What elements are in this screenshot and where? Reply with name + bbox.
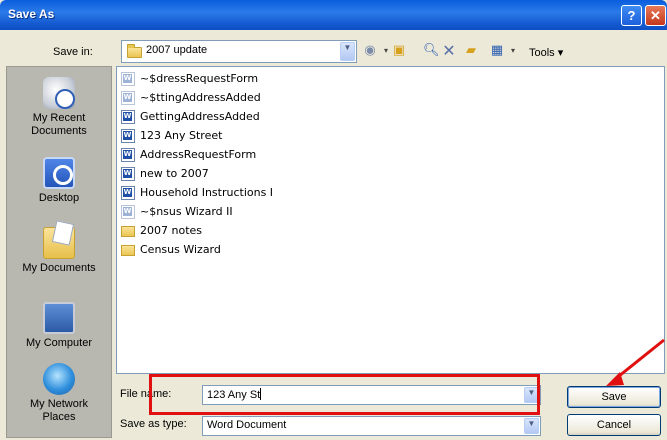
new-folder-icon[interactable]: ▰ [463,43,479,59]
word-document-icon [121,110,135,124]
up-folder-icon[interactable]: ▣ [391,43,407,59]
save-button-label: Save [601,391,627,403]
file-name-value: 123 Any St [207,389,261,401]
close-icon: ✕ [650,8,661,23]
save-in-value: 2007 update [146,44,208,56]
close-button[interactable]: ✕ [645,5,666,26]
word-document-icon [121,205,135,219]
word-document-icon [121,72,135,86]
file-name: ~$ttingAddressAdded [140,91,261,104]
file-name: ~$nsus Wizard II [140,205,233,218]
recent-documents-icon [43,77,75,109]
save-as-type-label: Save as type: [120,418,187,430]
place-my-documents[interactable]: My Documents [7,227,111,275]
place-my-network-places[interactable]: My Network Places [7,363,111,424]
help-button[interactable]: ? [621,5,642,26]
folder-icon [121,226,135,237]
word-document-icon [121,148,135,162]
file-name: new to 2007 [140,167,209,180]
folder-name: Census Wizard [140,243,221,256]
word-document-icon [121,91,135,105]
chevron-down-icon[interactable]: ▼ [340,42,355,61]
place-label: My Network Places [29,398,89,423]
file-name: 123 Any Street [140,129,223,142]
file-name-label: File name: [120,388,172,400]
places-bar: My Recent Documents Desktop My Documents… [6,66,112,438]
save-as-type-value: Word Document [207,419,287,431]
file-name: Household Instructions I [140,186,274,199]
folder-icon [121,245,135,256]
file-list[interactable]: ~$dressRequestForm ~$ttingAddressAdded G… [116,66,665,374]
cancel-button[interactable]: Cancel [567,414,661,436]
window-title: Save As [8,7,55,21]
chevron-down-icon[interactable]: ▼ [524,418,539,434]
cancel-button-label: Cancel [596,419,632,431]
save-button[interactable]: Save [567,386,661,408]
save-in-dropdown[interactable]: 2007 update ▼ [121,40,357,63]
delete-icon[interactable]: ✕ [441,43,457,59]
arrow-head [606,372,624,386]
file-name-input[interactable]: 123 Any St ▼ [202,385,541,405]
word-document-icon [121,167,135,181]
help-icon: ? [627,8,636,23]
place-my-recent-documents[interactable]: My Recent Documents [7,77,111,138]
chevron-down-icon[interactable]: ▼ [524,387,539,403]
back-icon[interactable]: ◉ [362,43,378,59]
place-my-computer[interactable]: My Computer [7,302,111,350]
place-label: Desktop [38,192,80,204]
views-dropdown-icon[interactable]: ▾ [505,43,521,59]
save-as-type-dropdown[interactable]: Word Document ▼ [202,416,541,436]
my-computer-icon [43,302,75,334]
search-web-icon[interactable]: 🔍︎ [423,43,440,59]
place-label: My Documents [22,262,96,274]
place-label: My Recent Documents [31,112,87,137]
folder-icon [127,44,142,58]
tools-menu[interactable]: Tools ▾ [529,46,563,59]
word-document-icon [121,129,135,143]
views-icon[interactable]: ▦ [489,43,505,59]
file-name: GettingAddressAdded [140,110,260,123]
desktop-icon [43,157,75,189]
my-documents-icon [43,227,75,259]
folder-name: 2007 notes [140,224,203,237]
title-bar: Save As ? ✕ [0,0,667,30]
tools-label: Tools [529,47,555,59]
file-name: AddressRequestForm [140,148,257,161]
place-desktop[interactable]: Desktop [7,157,111,205]
text-caret [260,388,262,400]
save-in-label: Save in: [53,46,93,58]
file-name: ~$dressRequestForm [140,72,259,85]
network-places-icon [43,363,75,395]
word-document-icon [121,186,135,200]
place-label: My Computer [25,337,93,349]
